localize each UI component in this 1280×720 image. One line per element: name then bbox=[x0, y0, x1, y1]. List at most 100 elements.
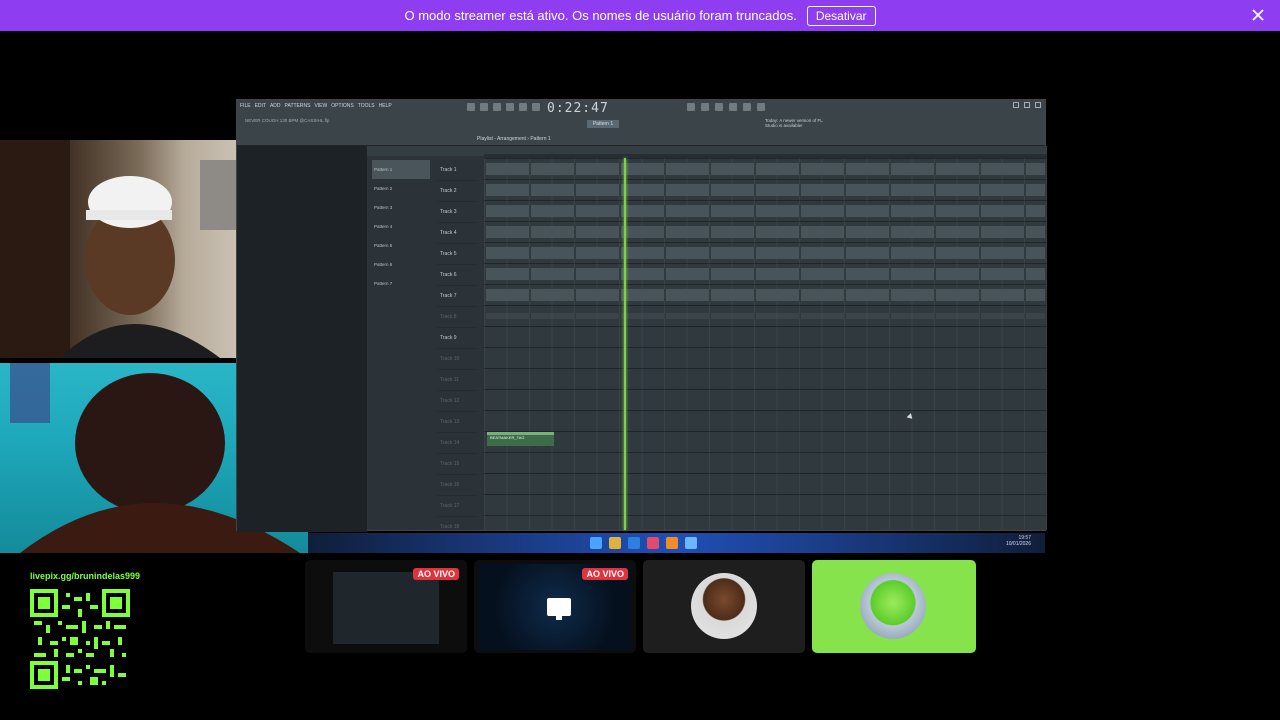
participant-tile-4[interactable] bbox=[812, 560, 976, 653]
track-header[interactable]: Track 15 bbox=[437, 454, 477, 475]
screen: O modo streamer está ativo. Os nomes de … bbox=[0, 0, 1280, 720]
close-window-icon[interactable] bbox=[1035, 102, 1041, 108]
clip-label: BEATMAKER_TAG bbox=[490, 435, 525, 440]
track-header[interactable]: Track 5 bbox=[437, 244, 477, 265]
minimize-icon[interactable] bbox=[1013, 102, 1019, 108]
menu-options[interactable]: OPTIONS bbox=[331, 103, 354, 109]
menu-edit[interactable]: EDIT bbox=[255, 103, 266, 109]
live-badge: AO VIVO bbox=[413, 568, 459, 580]
menu-help[interactable]: HELP bbox=[379, 103, 392, 109]
track-lane-3[interactable] bbox=[486, 205, 1045, 217]
app-icon-2[interactable] bbox=[685, 537, 697, 549]
pattern-item[interactable]: Pattern 5 bbox=[372, 236, 430, 255]
track-lane-2[interactable] bbox=[486, 184, 1045, 196]
fl-studio-window[interactable]: FILE EDIT ADD PATTERNS VIEW OPTIONS TOOL… bbox=[236, 99, 1047, 538]
audio-clip-track-9[interactable]: BEATMAKER_TAG bbox=[487, 432, 554, 446]
track-lane-6[interactable] bbox=[486, 268, 1045, 280]
file-explorer-icon[interactable] bbox=[609, 537, 621, 549]
track-header[interactable]: Track 17 bbox=[437, 496, 477, 517]
track-lane-1[interactable] bbox=[486, 163, 1045, 175]
monitor-icon bbox=[547, 598, 571, 620]
menu-file[interactable]: FILE bbox=[240, 103, 251, 109]
menu-patterns[interactable]: PATTERNS bbox=[285, 103, 311, 109]
participant-tile-3[interactable] bbox=[643, 560, 805, 653]
track-header[interactable]: Track 14 bbox=[437, 433, 477, 454]
clock-date: 10/01/2026 bbox=[1005, 541, 1031, 547]
menu-view[interactable]: VIEW bbox=[314, 103, 327, 109]
playhead[interactable] bbox=[624, 158, 626, 530]
track-lane-8[interactable] bbox=[486, 313, 1045, 319]
track-header[interactable]: Track 4 bbox=[437, 223, 477, 244]
channel-rack-icon[interactable] bbox=[715, 103, 723, 111]
track-header[interactable]: Track 6 bbox=[437, 265, 477, 286]
track-header[interactable]: Track 16 bbox=[437, 475, 477, 496]
playlist-title: Playlist - Arrangement › Pattern 1 bbox=[477, 136, 551, 142]
windows-start-icon[interactable] bbox=[590, 537, 602, 549]
play-icon[interactable] bbox=[467, 103, 475, 111]
track-header[interactable]: Track 2 bbox=[437, 181, 477, 202]
live-badge: AO VIVO bbox=[582, 568, 628, 580]
browser-icon[interactable] bbox=[628, 537, 640, 549]
track-header[interactable]: Track 11 bbox=[437, 370, 477, 391]
song-position-time: 0:22:47 bbox=[547, 101, 609, 116]
disable-streamer-mode-button[interactable]: Desativar bbox=[806, 5, 876, 26]
fl-studio-icon[interactable] bbox=[666, 537, 678, 549]
pattern-item[interactable]: Pattern 4 bbox=[372, 217, 430, 236]
track-lane-5[interactable] bbox=[486, 247, 1045, 259]
track-lane-4[interactable] bbox=[486, 226, 1045, 238]
menu-add[interactable]: ADD bbox=[270, 103, 281, 109]
pattern-item[interactable]: Pattern 7 bbox=[372, 274, 430, 293]
avatar bbox=[691, 573, 757, 639]
pattern-selector[interactable]: Pattern 1 bbox=[587, 120, 619, 128]
participant-tile-2[interactable]: AO VIVO bbox=[474, 560, 636, 653]
mouse-cursor-icon bbox=[906, 413, 915, 421]
windows-taskbar: 19:57 10/01/2026 bbox=[308, 533, 1045, 553]
track-header[interactable]: Track 8 bbox=[437, 307, 477, 328]
track-header[interactable]: Track 12 bbox=[437, 391, 477, 412]
taskbar-icons bbox=[590, 537, 697, 549]
plugin-icon[interactable] bbox=[757, 103, 765, 111]
participant-tile-1[interactable]: AO VIVO bbox=[305, 560, 467, 653]
playlist-grid[interactable]: BEATMAKER_TAG bbox=[484, 158, 1047, 530]
track-lane-7[interactable] bbox=[486, 289, 1045, 301]
pattern-item[interactable]: Pattern 2 bbox=[372, 179, 430, 198]
metronome-icon[interactable] bbox=[519, 103, 527, 111]
stop-icon[interactable] bbox=[480, 103, 488, 111]
streamer-mode-message: O modo streamer está ativo. Os nomes de … bbox=[404, 8, 797, 23]
avatar bbox=[860, 573, 926, 639]
fl-menu-bar: FILE EDIT ADD PATTERNS VIEW OPTIONS TOOL… bbox=[240, 103, 392, 109]
track-header[interactable]: Track 10 bbox=[437, 349, 477, 370]
track-header[interactable]: Track 13 bbox=[437, 412, 477, 433]
track-header[interactable]: Track 9 bbox=[437, 328, 477, 349]
view-toolbar bbox=[687, 103, 765, 111]
maximize-icon[interactable] bbox=[1024, 102, 1030, 108]
track-header[interactable]: Track 1 bbox=[437, 160, 477, 181]
browser-panel[interactable] bbox=[237, 146, 367, 532]
loop-icon[interactable] bbox=[532, 103, 540, 111]
browser-icon[interactable] bbox=[743, 103, 751, 111]
piano-roll-icon[interactable] bbox=[701, 103, 709, 111]
livepix-link: livepix.gg/brunindelas999 bbox=[30, 571, 141, 581]
screen-share-thumbnail bbox=[333, 572, 439, 644]
window-controls bbox=[1013, 102, 1041, 108]
track-header[interactable]: Track 7 bbox=[437, 286, 477, 307]
qr-code-icon bbox=[30, 589, 130, 689]
track-headers: Track 1 Track 2 Track 3 Track 4 Track 5 … bbox=[437, 160, 477, 538]
update-hint: Today: A newer version of FL Studio is a… bbox=[765, 118, 823, 128]
transport-controls bbox=[467, 103, 540, 111]
menu-tools[interactable]: TOOLS bbox=[358, 103, 375, 109]
playlist-icon[interactable] bbox=[687, 103, 695, 111]
pattern-item[interactable]: Pattern 6 bbox=[372, 255, 430, 274]
record-icon[interactable] bbox=[493, 103, 501, 111]
taskbar-clock[interactable]: 19:57 10/01/2026 bbox=[1006, 535, 1031, 547]
pattern-list: Pattern 1 Pattern 2 Pattern 3 Pattern 4 … bbox=[372, 160, 430, 530]
track-header[interactable]: Track 3 bbox=[437, 202, 477, 223]
app-icon[interactable] bbox=[647, 537, 659, 549]
close-icon[interactable] bbox=[1250, 7, 1266, 23]
pattern-item[interactable]: Pattern 3 bbox=[372, 198, 430, 217]
pattern-item[interactable]: Pattern 1 bbox=[372, 160, 430, 179]
mixer-icon[interactable] bbox=[729, 103, 737, 111]
fl-toolbar: FILE EDIT ADD PATTERNS VIEW OPTIONS TOOL… bbox=[237, 100, 1045, 146]
song-title: NEVER COUGH 130 BPM @CASSIHL.flp bbox=[245, 118, 330, 123]
tempo-icon[interactable] bbox=[506, 103, 514, 111]
